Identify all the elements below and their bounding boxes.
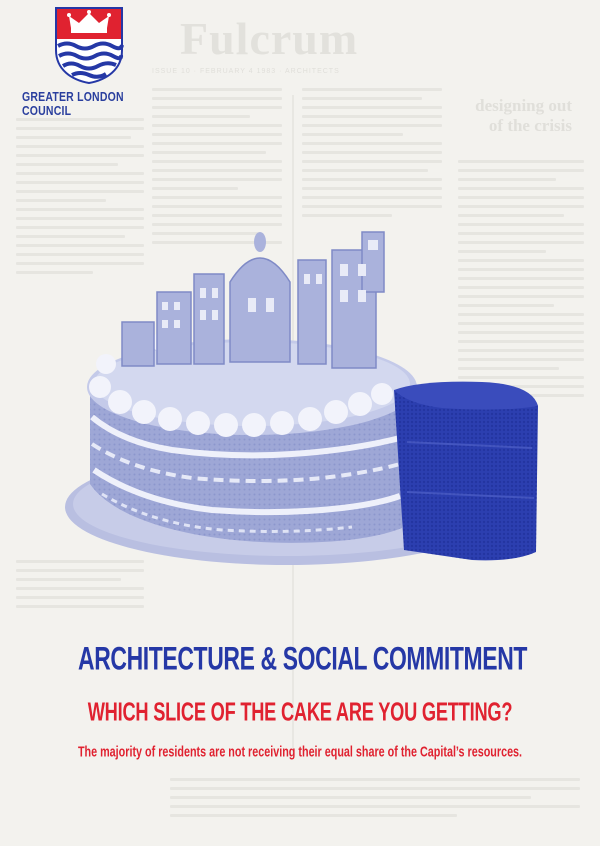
poster: Fulcrum ISSUE 10 · FEBRUARY 4 1983 · ARC… (0, 0, 600, 846)
cake-with-cut-slice-icon (65, 231, 538, 565)
background-headline: designing out of the crisis (475, 96, 572, 135)
crown-and-waves-shield-icon (55, 7, 124, 84)
background-issue-line: ISSUE 10 · FEBRUARY 4 1983 · ARCHITECTS (152, 68, 340, 75)
background-column (302, 88, 442, 223)
poster-subtitle: WHICH SLICE OF THE CAKE ARE YOU GETTING? (87, 698, 513, 728)
council-name: GREATER LONDON COUNCIL (22, 90, 124, 119)
background-masthead: Fulcrum (180, 13, 359, 64)
poster-title: ARCHITECTURE & SOCIAL COMMITMENT (78, 640, 528, 677)
background-column (170, 778, 580, 823)
poster-tagline: The majority of residents are not receiv… (77, 743, 523, 760)
